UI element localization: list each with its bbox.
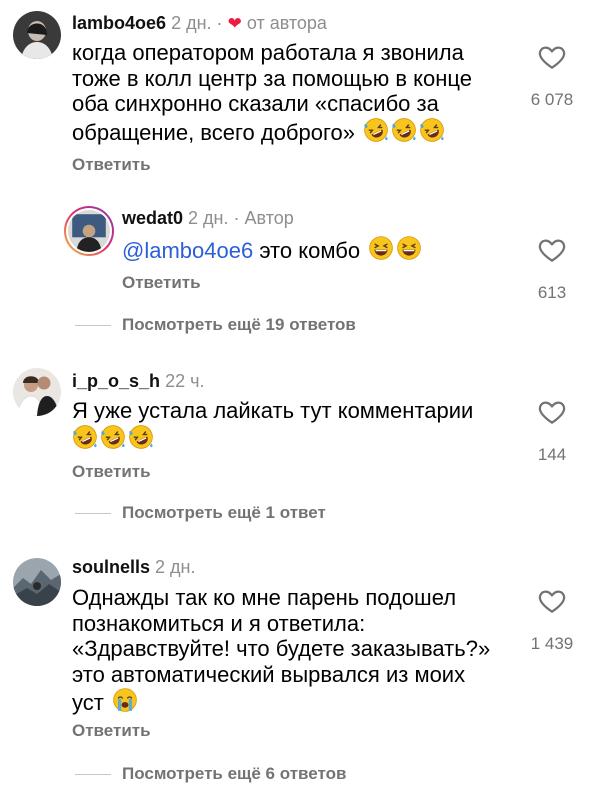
comment: lambo4oe6 2 дн. · ❤ от автора когда опер… [0, 0, 590, 190]
comment-line: оба синхронно сказали «спасибо за [72, 91, 439, 116]
username[interactable]: wedat0 [122, 208, 183, 228]
comment-text: когда оператором работала я звонила тоже… [72, 40, 502, 145]
avatar-image [13, 11, 61, 59]
like-count: 144 [537, 445, 567, 464]
divider-line [75, 513, 111, 514]
author-liked-badge: от автора [246, 13, 327, 33]
rolling-on-floor-laughing-emoji [419, 117, 445, 143]
avatar-image [13, 368, 61, 416]
comment: soulnells 2 дн. Однажды так ко мне парен… [0, 548, 590, 748]
heart-outline-icon[interactable] [537, 42, 567, 72]
username[interactable]: i_p_o_s_h [72, 371, 160, 391]
divider-line [75, 774, 111, 775]
mention-link[interactable]: @lambo4oe6 [122, 238, 253, 263]
timestamp: 2 дн. [171, 13, 212, 33]
comment-line: обращение, всего доброго» [72, 119, 356, 145]
comment-line: Однажды так ко мне парень подошел [72, 585, 457, 610]
comment-meta: lambo4oe6 2 дн. · ❤ от автора [72, 12, 327, 35]
separator: · [216, 13, 223, 33]
username[interactable]: lambo4oe6 [72, 13, 166, 33]
view-more-replies-button[interactable]: Посмотреть ещё 1 ответ [122, 503, 326, 523]
comment-line: когда оператором работала я звонила [72, 40, 464, 65]
author-badge: Автор [244, 208, 294, 228]
comment-meta: soulnells 2 дн. [72, 556, 196, 578]
separator: · [233, 208, 240, 228]
reply-comment: wedat0 2 дн. · Автор @lambo4oe6 это комб… [0, 195, 590, 315]
comment-text: Я уже устала лайкать тут комментарии [72, 398, 512, 452]
rolling-on-floor-laughing-emoji [128, 424, 154, 450]
avatar[interactable] [13, 368, 61, 416]
like-button[interactable]: 1 439 [512, 586, 590, 654]
comment-line: Я уже устала лайкать тут комментарии [72, 398, 474, 423]
rolling-on-floor-laughing-emoji [391, 117, 417, 143]
username[interactable]: soulnells [72, 557, 150, 577]
comment-line: уст [72, 690, 104, 715]
heart-outline-icon[interactable] [537, 235, 567, 265]
comment-line: это комбо [253, 238, 361, 263]
rolling-on-floor-laughing-emoji [100, 424, 126, 450]
grinning-squinting-emoji [396, 235, 422, 261]
comment-line: тоже в колл центр за помощью в конце [72, 65, 473, 91]
avatar[interactable] [13, 11, 61, 59]
avatar-story-ring[interactable] [64, 206, 114, 256]
like-count: 613 [537, 283, 567, 302]
divider-line [75, 325, 111, 326]
like-button[interactable]: 6 078 [512, 42, 590, 110]
comment-text: Однажды так ко мне парень подошел познак… [72, 585, 512, 716]
heart-outline-icon[interactable] [537, 586, 567, 616]
comment-line: «Здравствуйте! что будете заказывать?» [72, 636, 491, 661]
like-button[interactable]: 144 [512, 397, 590, 465]
comment-line: это автоматический вырвался из моих [72, 661, 466, 687]
timestamp: 2 дн. [188, 208, 229, 228]
comment-line-last: обращение, всего доброго» [72, 117, 502, 146]
rolling-on-floor-laughing-emoji [72, 424, 98, 450]
avatar-image [13, 558, 61, 606]
timestamp: 2 дн. [155, 557, 196, 577]
reply-button[interactable]: Ответить [72, 721, 151, 741]
comment-line: познакомиться и я ответила: [72, 610, 366, 636]
avatar-image [68, 210, 110, 252]
view-more-replies-button[interactable]: Посмотреть ещё 19 ответов [122, 315, 356, 335]
comment-text: @lambo4oe6 это комбо [122, 235, 502, 264]
timestamp: 22 ч. [165, 371, 205, 391]
comment-meta: i_p_o_s_h 22 ч. [72, 370, 204, 392]
grinning-squinting-emoji [368, 235, 394, 261]
like-count: 6 078 [530, 90, 574, 109]
comment-line-last: уст [72, 687, 512, 716]
heart-filled-icon: ❤ [227, 14, 242, 33]
reply-button[interactable]: Ответить [72, 155, 151, 175]
comment-line-last [72, 424, 512, 453]
reply-button[interactable]: Ответить [72, 462, 151, 482]
like-button[interactable]: 613 [512, 235, 590, 303]
comment-meta: wedat0 2 дн. · Автор [122, 207, 294, 229]
view-more-replies-button[interactable]: Посмотреть ещё 6 ответов [122, 764, 346, 784]
loudly-crying-emoji [112, 687, 138, 713]
reply-button[interactable]: Ответить [122, 273, 201, 293]
heart-outline-icon[interactable] [537, 397, 567, 427]
like-count: 1 439 [530, 634, 574, 653]
comment: i_p_o_s_h 22 ч. Я уже устала лайкать тут… [0, 360, 590, 490]
avatar[interactable] [13, 558, 61, 606]
rolling-on-floor-laughing-emoji [363, 117, 389, 143]
